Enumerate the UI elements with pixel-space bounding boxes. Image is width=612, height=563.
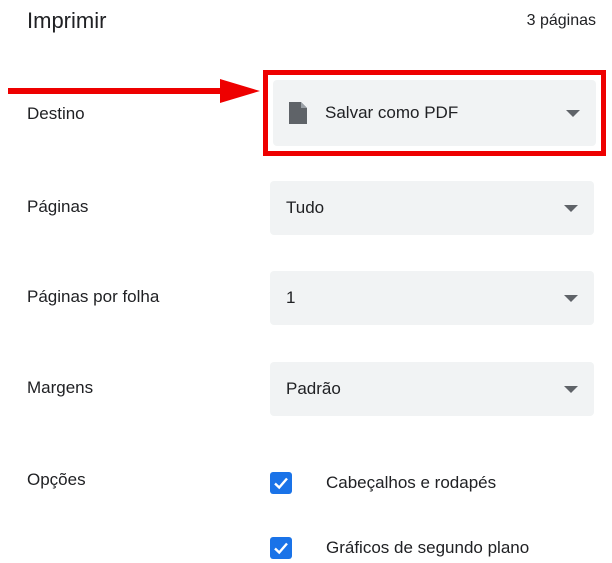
options-label: Opções bbox=[27, 470, 86, 489]
pages-per-sheet-label: Páginas por folha bbox=[27, 287, 160, 306]
checkmark-icon bbox=[274, 477, 288, 490]
chevron-down-icon bbox=[564, 205, 578, 212]
background-graphics-label: Gráficos de segundo plano bbox=[326, 538, 530, 557]
pages-value: Tudo bbox=[286, 198, 325, 217]
annotation-arrow bbox=[8, 79, 260, 103]
document-icon bbox=[289, 102, 307, 124]
checkmark-icon bbox=[274, 542, 288, 555]
chevron-down-icon bbox=[566, 110, 580, 117]
margins-select[interactable]: Padrão bbox=[270, 362, 594, 416]
background-graphics-checkbox[interactable] bbox=[270, 537, 292, 559]
pages-per-sheet-value: 1 bbox=[286, 288, 296, 307]
pages-per-sheet-select[interactable]: 1 bbox=[270, 271, 594, 325]
margins-label: Margens bbox=[27, 378, 94, 397]
destination-value: Salvar como PDF bbox=[325, 103, 459, 122]
headers-footers-option[interactable]: Cabeçalhos e rodapés bbox=[270, 472, 570, 498]
pages-select[interactable]: Tudo bbox=[270, 181, 594, 235]
background-graphics-option[interactable]: Gráficos de segundo plano bbox=[270, 537, 590, 563]
print-settings-panel: Imprimir 3 páginas Destino Salvar como P… bbox=[0, 0, 612, 563]
headers-footers-label: Cabeçalhos e rodapés bbox=[326, 473, 497, 492]
chevron-down-icon bbox=[564, 295, 578, 302]
destination-select[interactable]: Salvar como PDF bbox=[273, 80, 596, 146]
margins-value: Padrão bbox=[286, 379, 341, 398]
headers-footers-checkbox[interactable] bbox=[270, 472, 292, 494]
chevron-down-icon bbox=[564, 386, 578, 393]
page-title: Imprimir bbox=[27, 8, 107, 33]
pages-label: Páginas bbox=[27, 197, 89, 216]
destination-label: Destino bbox=[27, 104, 85, 123]
page-count: 3 páginas bbox=[526, 12, 596, 29]
